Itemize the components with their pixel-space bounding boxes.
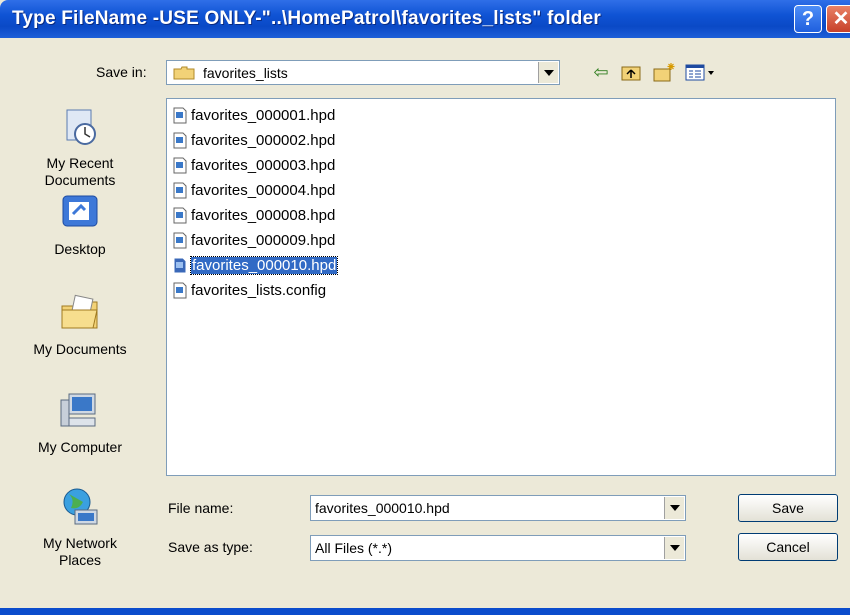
new-folder-icon[interactable] — [652, 61, 676, 83]
save-button[interactable]: Save — [738, 494, 838, 522]
list-item[interactable]: favorites_000009.hpd — [173, 230, 335, 252]
place-my-computer[interactable]: My Computer — [0, 390, 160, 455]
recent-documents-icon — [66, 109, 96, 145]
list-item-selected[interactable]: favorites_000010.hpd — [173, 255, 339, 277]
list-item[interactable]: favorites_000002.hpd — [173, 130, 335, 152]
help-button[interactable]: ? — [794, 5, 822, 33]
file-icon — [173, 182, 187, 199]
place-my-documents[interactable]: My Documents — [0, 292, 160, 357]
back-arrow-icon[interactable]: ⇦ — [590, 61, 612, 83]
window-border — [0, 608, 850, 615]
file-name-value: favorites_000010.hpd — [315, 500, 450, 516]
save-as-type-value: All Files (*.*) — [315, 540, 393, 556]
file-icon — [173, 282, 187, 299]
save-in-value: favorites_lists — [203, 65, 288, 81]
file-icon — [173, 107, 187, 124]
place-desktop[interactable]: Desktop — [0, 192, 160, 257]
view-menu-icon[interactable] — [684, 61, 716, 83]
save-in-label: Save in: — [96, 64, 147, 80]
network-places-icon — [63, 488, 98, 525]
save-dialog: Type FileName -USE ONLY-"..\HomePatrol\f… — [0, 0, 850, 615]
place-recent[interactable]: My Recent Documents — [0, 106, 160, 189]
place-network[interactable]: My Network Places — [0, 486, 160, 569]
place-label: My Computer — [37, 439, 123, 455]
place-label: My Recent Documents — [44, 155, 116, 188]
place-label: My Documents — [33, 341, 127, 357]
file-icon — [173, 207, 187, 224]
file-list[interactable]: favorites_000001.hpd favorites_000002.hp… — [166, 98, 836, 476]
list-item[interactable]: favorites_000001.hpd — [173, 105, 335, 127]
cancel-button[interactable]: Cancel — [738, 533, 838, 561]
list-item[interactable]: favorites_000008.hpd — [173, 205, 335, 227]
save-in-dropdown[interactable]: favorites_lists — [166, 60, 560, 85]
save-as-type-select[interactable]: All Files (*.*) — [310, 535, 686, 561]
place-label: Desktop — [54, 241, 106, 257]
file-icon — [173, 257, 187, 274]
file-icon — [173, 132, 187, 149]
up-folder-icon[interactable] — [620, 61, 642, 83]
file-icon — [173, 232, 187, 249]
chevron-down-icon[interactable] — [664, 497, 684, 519]
chevron-down-icon[interactable] — [664, 537, 684, 559]
window-title: Type FileName -USE ONLY-"..\HomePatrol\f… — [12, 8, 601, 29]
file-name-input[interactable]: favorites_000010.hpd — [310, 495, 686, 521]
places-bar: My Recent Documents Desktop My Documents — [0, 94, 160, 614]
my-computer-icon — [60, 393, 96, 427]
list-item[interactable]: favorites_000003.hpd — [173, 155, 335, 177]
save-as-type-label: Save as type: — [168, 539, 253, 555]
close-button[interactable]: ✕ — [826, 5, 850, 33]
chevron-down-icon[interactable] — [538, 62, 558, 83]
list-item[interactable]: favorites_lists.config — [173, 280, 326, 302]
title-bar[interactable]: Type FileName -USE ONLY-"..\HomePatrol\f… — [0, 0, 850, 38]
file-icon — [173, 157, 187, 174]
place-label: My Network Places — [43, 535, 117, 568]
folder-icon — [173, 66, 195, 80]
file-name-label: File name: — [168, 500, 234, 516]
desktop-icon — [62, 195, 98, 227]
list-item[interactable]: favorites_000004.hpd — [173, 180, 335, 202]
my-documents-icon — [61, 294, 98, 329]
